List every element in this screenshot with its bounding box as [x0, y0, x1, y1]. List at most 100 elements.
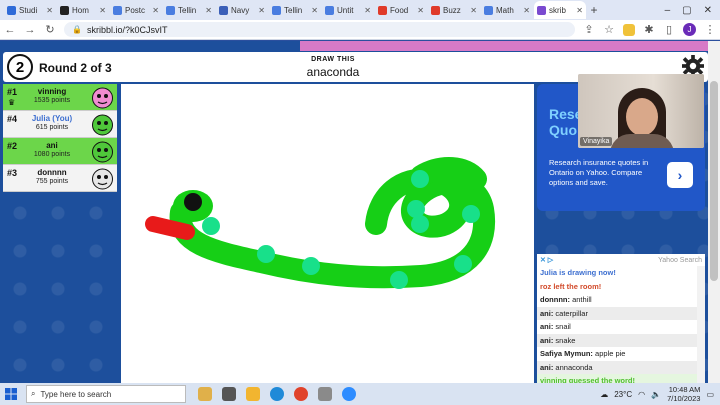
page-scrollbar[interactable]: [708, 41, 720, 383]
back-icon[interactable]: ←: [4, 24, 16, 36]
windows-start-button[interactable]: [0, 383, 22, 405]
taskbar-search-input[interactable]: ⌕ Type here to search: [26, 385, 186, 403]
zoom-app-icon[interactable]: [342, 387, 356, 401]
chat-message: vinning guessed the word!: [537, 374, 697, 383]
new-tab-button[interactable]: +: [587, 3, 601, 17]
tab-label: Untit: [337, 5, 354, 15]
chat-message: ani: caterpillar: [537, 306, 697, 320]
browser-tab[interactable]: Buzz ✕: [428, 1, 480, 19]
player-avatar: [92, 168, 113, 190]
player-avatar: [92, 114, 113, 136]
minimize-icon[interactable]: –: [665, 5, 671, 16]
drawing-canvas[interactable]: [121, 84, 534, 383]
ad-provider: Yahoo Search: [658, 256, 702, 264]
tab-close-icon[interactable]: ✕: [46, 6, 53, 15]
browser-tab[interactable]: Math ✕: [481, 1, 533, 19]
chat-system-text: vinning guessed the word!: [540, 376, 636, 383]
windows-logo-icon: [5, 388, 17, 400]
browser-tab[interactable]: Hom ✕: [57, 1, 109, 19]
tab-close-icon[interactable]: ✕: [205, 6, 212, 15]
tab-close-icon[interactable]: ✕: [576, 6, 583, 15]
player-avatar: [92, 87, 113, 109]
video-call-overlay[interactable]: Vinayika: [578, 74, 704, 148]
edge-browser-icon[interactable]: [270, 387, 284, 401]
extension-icon[interactable]: [623, 23, 635, 36]
notifications-icon[interactable]: ▭: [706, 390, 714, 399]
tab-label: Tellin: [284, 5, 303, 15]
player-row[interactable]: #1 vinning 1535 points ♛: [3, 84, 117, 111]
maximize-icon[interactable]: ▢: [682, 5, 691, 16]
player-name: vinning: [37, 87, 67, 96]
player-row[interactable]: #3 donnnn 755 points: [3, 165, 117, 192]
extensions-puzzle-icon[interactable]: ✱: [643, 23, 655, 36]
ad-choices-bar: ✕ ▷ Yahoo Search: [537, 254, 705, 266]
browser-tab[interactable]: Untit ✕: [322, 1, 374, 19]
taskbar-apps: [198, 387, 356, 401]
sidebar-icon[interactable]: ▯: [663, 23, 675, 36]
ad-body: Research insurance quotes in Ontario on …: [549, 158, 649, 187]
player-points: 615 points: [35, 124, 69, 131]
chat-username: ani:: [540, 362, 554, 372]
app-icon[interactable]: [318, 387, 332, 401]
lock-icon: 🔒: [72, 25, 82, 34]
reload-icon[interactable]: ↻: [44, 23, 56, 36]
tab-close-icon[interactable]: ✕: [470, 6, 477, 15]
tab-label: Studi: [19, 5, 38, 15]
tab-close-icon[interactable]: ✕: [364, 6, 371, 15]
player-list: #1 vinning 1535 points ♛ #4 Julia (You) 615 po…: [3, 84, 117, 192]
weather-widget-icon[interactable]: [198, 387, 212, 401]
profile-avatar[interactable]: J: [683, 23, 696, 36]
browser-tab[interactable]: Studi ✕: [4, 1, 56, 19]
close-window-icon[interactable]: ✕: [704, 5, 712, 16]
clock[interactable]: 10:48 AM 7/10/2023: [667, 385, 700, 403]
player-row[interactable]: #2 ani 1080 points: [3, 138, 117, 165]
ad-arrow-button[interactable]: ›: [667, 162, 693, 188]
chat-message: Julia is drawing now!: [537, 266, 697, 280]
ad-close-icon[interactable]: ✕ ▷: [540, 256, 553, 264]
url-text: skribbl.io/?k0CJsvIT: [86, 24, 168, 35]
browser-tab[interactable]: Navy ✕: [216, 1, 268, 19]
browser-tab[interactable]: Tellin ✕: [269, 1, 321, 19]
search-icon: ⌕: [31, 389, 36, 398]
chat-scrollbar[interactable]: [697, 266, 705, 383]
chat-message: Safiya Mymun: apple pie: [537, 347, 697, 361]
tab-close-icon[interactable]: ✕: [523, 6, 530, 15]
share-icon[interactable]: ⇪: [583, 23, 595, 36]
chat-message: ani: snake: [537, 333, 697, 347]
wifi-icon[interactable]: ◠: [638, 390, 645, 399]
url-field[interactable]: 🔒 skribbl.io/?k0CJsvIT: [64, 22, 575, 37]
browser-tab-bar: Studi ✕ Hom ✕ Postc ✕ Tellin ✕ Navy ✕ Tellin ✕ Untit…: [0, 0, 720, 20]
star-icon[interactable]: ☆: [603, 23, 615, 36]
volume-icon[interactable]: 🔈: [651, 390, 661, 399]
player-rank: #1: [7, 87, 18, 97]
tab-favicon-icon: [166, 5, 175, 15]
tab-close-icon[interactable]: ✕: [311, 6, 318, 15]
menu-icon[interactable]: ⋮: [704, 23, 716, 36]
chrome-browser-icon[interactable]: [294, 387, 308, 401]
taskbar-search-placeholder: Type here to search: [40, 389, 112, 399]
browser-tab[interactable]: Postc ✕: [110, 1, 162, 19]
chat-username: Safiya Mymun:: [540, 349, 593, 358]
player-points: 755 points: [35, 178, 69, 185]
player-row[interactable]: #4 Julia (You) 615 points: [3, 111, 117, 138]
video-person-face: [626, 98, 658, 136]
forward-icon[interactable]: →: [24, 24, 36, 36]
page-scrollbar-thumb[interactable]: [710, 81, 718, 281]
browser-tab[interactable]: Tellin ✕: [163, 1, 215, 19]
tab-close-icon[interactable]: ✕: [417, 6, 424, 15]
task-view-icon[interactable]: [222, 387, 236, 401]
tab-label: Hom: [72, 5, 89, 15]
tab-close-icon[interactable]: ✕: [99, 6, 106, 15]
browser-tab[interactable]: Food ✕: [375, 1, 427, 19]
browser-tab[interactable]: skrib ✕: [534, 1, 586, 19]
tab-close-icon[interactable]: ✕: [258, 6, 265, 15]
chat-system-text: Julia is drawing now!: [540, 268, 616, 277]
clock-time: 10:48 AM: [668, 385, 701, 394]
anaconda-drawing: [145, 157, 496, 289]
file-explorer-icon[interactable]: [246, 387, 260, 401]
tab-close-icon[interactable]: ✕: [152, 6, 159, 15]
tab-label: Math: [496, 5, 514, 15]
tab-label: Postc: [125, 5, 146, 15]
chat-text: anthill: [570, 295, 592, 304]
tab-favicon-icon: [219, 5, 228, 15]
